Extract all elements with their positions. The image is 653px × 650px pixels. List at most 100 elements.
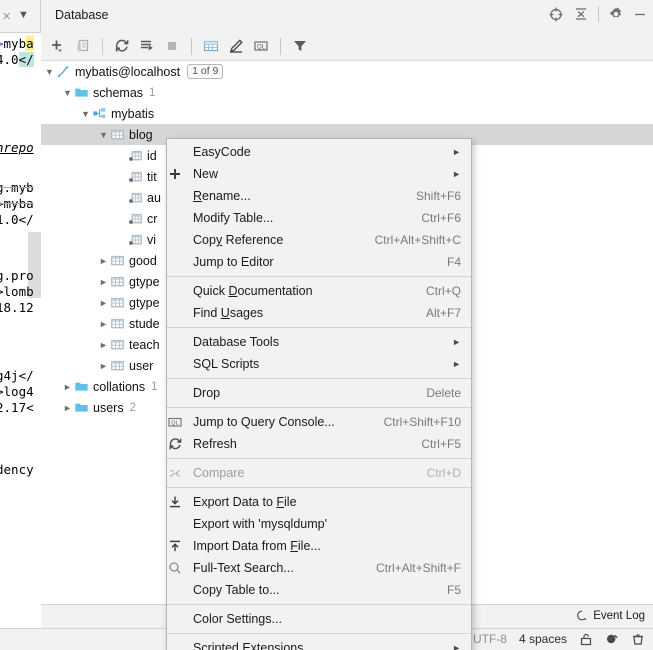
menu-item-sql-scripts[interactable]: SQL Scripts ► bbox=[167, 353, 471, 375]
chevron-right-icon[interactable]: ► bbox=[97, 277, 110, 287]
chevron-down-icon[interactable]: ▼ bbox=[18, 9, 29, 21]
column-icon bbox=[128, 169, 145, 184]
editor-line: >lomb bbox=[0, 284, 34, 299]
chevron-down-icon[interactable]: ▼ bbox=[43, 67, 56, 77]
menu-item-label: Compare bbox=[193, 466, 245, 480]
menu-item-shortcut: Ctrl+Alt+Shift+F bbox=[375, 561, 461, 575]
menu-item-export-with-mysqldump[interactable]: Export with 'mysqldump' bbox=[167, 513, 471, 535]
menu-item-new[interactable]: New ► bbox=[167, 163, 471, 185]
chevron-right-icon[interactable]: ► bbox=[97, 319, 110, 329]
menu-item-refresh[interactable]: Refresh Ctrl+F5 bbox=[167, 433, 471, 455]
menu-item-find-usages[interactable]: Find Usages Alt+F7 bbox=[167, 302, 471, 324]
tree-row-schemas[interactable]: ▼ schemas 1 bbox=[41, 82, 653, 103]
table-icon bbox=[110, 127, 127, 142]
chevron-right-icon[interactable]: ► bbox=[97, 256, 110, 266]
column-icon bbox=[128, 190, 145, 205]
toolwindow-tabstrip[interactable]: ✕ ▼ bbox=[0, 0, 41, 33]
menu-item-label: Color Settings... bbox=[193, 612, 282, 626]
indent-setting[interactable]: 4 spaces bbox=[519, 632, 567, 646]
settings-gear-icon[interactable] bbox=[608, 6, 624, 22]
menu-separator bbox=[167, 604, 471, 605]
tree-node-label: tit bbox=[147, 169, 157, 184]
chevron-right-icon[interactable]: ► bbox=[61, 403, 74, 413]
refresh-icon[interactable] bbox=[113, 37, 131, 55]
table-icon bbox=[110, 358, 127, 373]
menu-item-modify-table[interactable]: Modify Table... Ctrl+F6 bbox=[167, 207, 471, 229]
lock-icon[interactable] bbox=[579, 632, 593, 646]
editor-line: 4.0</ bbox=[0, 52, 34, 67]
file-encoding[interactable]: UTF-8 bbox=[473, 632, 507, 646]
chevron-right-icon[interactable]: ► bbox=[61, 382, 74, 392]
tree-node-label: mybatis@localhost bbox=[75, 64, 181, 79]
column-icon bbox=[128, 211, 145, 226]
menu-item-rename[interactable]: Rename... Shift+F6 bbox=[167, 185, 471, 207]
menu-item-label: Scripted Extensions bbox=[193, 641, 304, 650]
datasource-icon bbox=[56, 64, 73, 79]
column-icon bbox=[128, 211, 145, 226]
menu-item-export-data-to-file[interactable]: Export Data to File bbox=[167, 491, 471, 513]
table-icon bbox=[110, 127, 127, 142]
chevron-down-icon[interactable]: ▼ bbox=[97, 130, 110, 140]
close-icon[interactable]: ✕ bbox=[2, 10, 11, 23]
editor-line: >log4 bbox=[0, 384, 34, 399]
tree-node-label: collations bbox=[93, 379, 146, 394]
menu-separator bbox=[167, 276, 471, 277]
chevron-right-icon[interactable]: ► bbox=[97, 298, 110, 308]
chevron-down-icon[interactable]: ▼ bbox=[61, 88, 74, 98]
query-console-icon[interactable]: QL bbox=[252, 37, 270, 55]
trash-icon[interactable] bbox=[631, 632, 645, 646]
run-sql-script-icon[interactable] bbox=[138, 37, 156, 55]
menu-item-jump-to-editor[interactable]: Jump to Editor F4 bbox=[167, 251, 471, 273]
context-menu[interactable]: EasyCode ► New ► Rename... Shift+F6 Modify Tab… bbox=[166, 138, 472, 650]
filter-icon[interactable] bbox=[291, 37, 309, 55]
table-icon bbox=[110, 253, 127, 268]
plus-icon bbox=[167, 166, 193, 182]
chevron-down-icon[interactable]: ▼ bbox=[79, 109, 92, 119]
menu-item-label: Full-Text Search... bbox=[193, 561, 294, 575]
stop-icon[interactable] bbox=[163, 37, 181, 55]
copy-icon[interactable] bbox=[74, 37, 92, 55]
menu-item-label: Refresh bbox=[193, 437, 237, 451]
table-icon bbox=[110, 316, 127, 331]
toolwindow-header: Database bbox=[41, 0, 653, 33]
menu-item-scripted-extensions[interactable]: Scripted Extensions ► bbox=[167, 637, 471, 650]
inspection-icon[interactable] bbox=[605, 632, 619, 646]
table-editor-icon[interactable] bbox=[202, 37, 220, 55]
table-icon bbox=[110, 337, 127, 352]
menu-item-shortcut: Ctrl+D bbox=[426, 466, 461, 480]
collapse-all-icon[interactable] bbox=[573, 6, 589, 22]
chevron-right-icon[interactable]: ► bbox=[97, 361, 110, 371]
event-log-button[interactable]: Event Log bbox=[576, 610, 645, 622]
menu-separator bbox=[167, 378, 471, 379]
menu-item-copy-table-to[interactable]: Copy Table to... F5 bbox=[167, 579, 471, 601]
modify-pencil-icon[interactable] bbox=[227, 37, 245, 55]
menu-item-quick-documentation[interactable]: Quick Documentation Ctrl+Q bbox=[167, 280, 471, 302]
table-icon bbox=[110, 295, 127, 310]
query-console-icon: QL bbox=[167, 414, 193, 430]
plus-icon bbox=[167, 166, 193, 182]
menu-item-full-text-search[interactable]: Full-Text Search... Ctrl+Alt+Shift+F bbox=[167, 557, 471, 579]
database-toolbar: QL bbox=[41, 32, 653, 61]
tree-row-mybatis-localhost[interactable]: ▼ mybatis@localhost 1 of 9 bbox=[41, 61, 653, 82]
menu-item-database-tools[interactable]: Database Tools ► bbox=[167, 331, 471, 353]
locate-icon[interactable] bbox=[548, 6, 564, 22]
menu-item-shortcut: Shift+F6 bbox=[415, 189, 461, 203]
menu-item-label: Copy Reference bbox=[193, 233, 284, 247]
minimize-icon[interactable] bbox=[633, 6, 647, 22]
menu-item-color-settings[interactable]: Color Settings... bbox=[167, 608, 471, 630]
menu-item-easycode[interactable]: EasyCode ► bbox=[167, 141, 471, 163]
chevron-right-icon[interactable]: ► bbox=[97, 340, 110, 350]
tree-node-label: gtype bbox=[129, 295, 160, 310]
menu-separator bbox=[167, 633, 471, 634]
app-root: >myba 4.0</ nrepo g.myb >myba 1.0</ g.pr… bbox=[0, 0, 653, 650]
add-new-icon[interactable] bbox=[49, 37, 67, 55]
menu-item-label: Find Usages bbox=[193, 306, 264, 320]
menu-item-jump-to-query-console[interactable]: QL Jump to Query Console... Ctrl+Shift+F10 bbox=[167, 411, 471, 433]
editor-line: 2.17< bbox=[0, 400, 34, 415]
column-icon bbox=[128, 148, 145, 163]
menu-item-drop[interactable]: Drop Delete bbox=[167, 382, 471, 404]
menu-item-label: Drop bbox=[193, 386, 221, 400]
menu-item-import-data-from-file[interactable]: Import Data from File... bbox=[167, 535, 471, 557]
tree-row-mybatis[interactable]: ▼ mybatis bbox=[41, 103, 653, 124]
menu-item-copy-reference[interactable]: Copy Reference Ctrl+Alt+Shift+C bbox=[167, 229, 471, 251]
